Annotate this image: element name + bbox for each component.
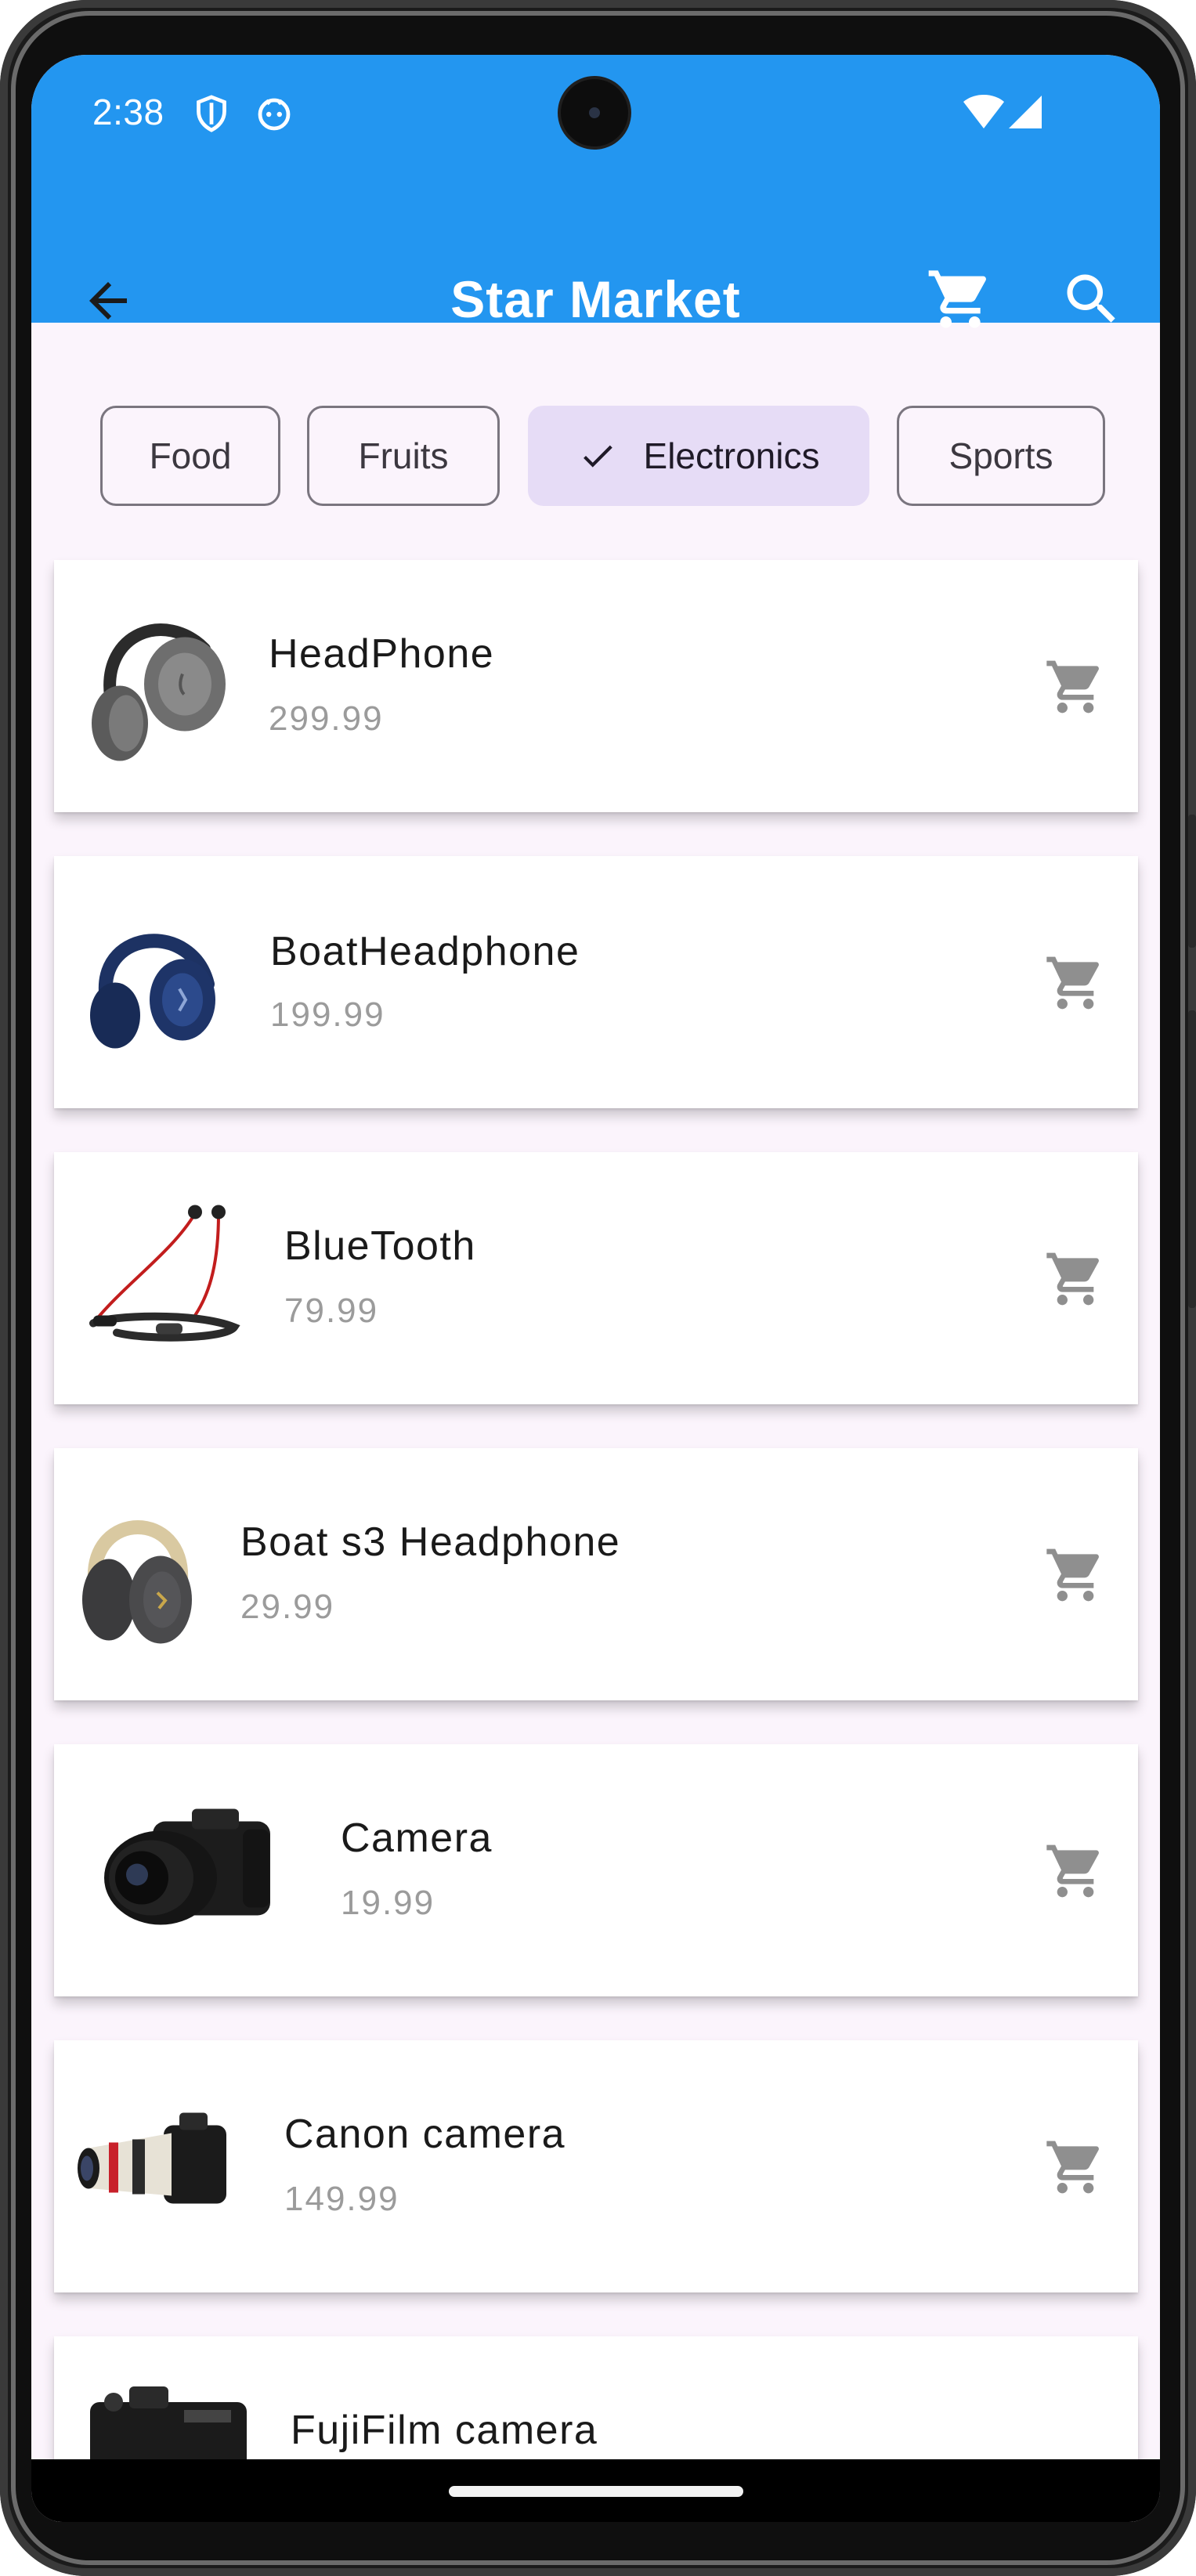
product-price: 19.99	[341, 1884, 435, 1922]
add-to-cart-button[interactable]	[1044, 2136, 1107, 2198]
product-name: BlueTooth	[284, 1223, 476, 1269]
chip-label: Food	[149, 435, 232, 476]
home-gesture-handle[interactable]	[449, 2486, 743, 2497]
chip-label: Fruits	[358, 435, 449, 476]
add-to-cart-icon	[1046, 2141, 1099, 2194]
product-price: 79.99	[284, 1292, 379, 1330]
app-bar: Star Market	[31, 210, 1160, 328]
product-name: Camera	[341, 1815, 493, 1861]
shopping-cart-icon	[928, 270, 986, 328]
system-navigation-bar	[31, 2459, 1160, 2522]
product-price: 299.99	[269, 699, 384, 738]
product-card[interactable]: HeadPhone 299.99	[54, 560, 1138, 812]
chip-label: Electronics	[643, 435, 820, 476]
status-time: 2:38	[92, 92, 164, 132]
product-image	[78, 1198, 242, 1359]
add-to-cart-button[interactable]	[1044, 1544, 1107, 1606]
android-robot-icon	[255, 94, 293, 135]
cart-button[interactable]	[926, 265, 995, 338]
product-name: Boat s3 Headphone	[240, 1519, 621, 1565]
chip-label: Sports	[948, 435, 1053, 476]
app-screen: 2:38 Star Market Food Fruits Electronics…	[31, 55, 1160, 2522]
add-to-cart-icon	[1046, 956, 1099, 1010]
add-to-cart-icon	[1046, 1252, 1099, 1306]
product-name: BoatHeadphone	[270, 929, 580, 974]
checkmark-icon	[578, 436, 617, 475]
product-image	[82, 906, 223, 1059]
status-bar: 2:38	[31, 55, 1160, 172]
search-button[interactable]	[1059, 266, 1125, 336]
product-image	[98, 1806, 278, 1935]
product-image	[78, 2102, 234, 2231]
add-to-cart-icon	[1046, 1844, 1099, 1898]
search-icon	[1067, 274, 1115, 323]
product-price: 29.99	[240, 1588, 335, 1626]
chip-electronics[interactable]: Electronics	[528, 406, 869, 506]
product-card[interactable]: Camera 19.99	[54, 1744, 1138, 1996]
add-to-cart-button[interactable]	[1044, 1248, 1107, 1310]
product-price: 199.99	[270, 995, 385, 1034]
power-button	[1188, 1010, 1196, 1308]
chip-fruits[interactable]: Fruits	[307, 406, 500, 506]
product-card[interactable]: BoatHeadphone 199.99	[54, 856, 1138, 1108]
product-name: HeadPhone	[269, 631, 495, 677]
front-camera	[561, 79, 628, 146]
add-to-cart-button[interactable]	[1044, 952, 1107, 1014]
add-to-cart-icon	[1046, 1548, 1099, 1602]
add-to-cart-button[interactable]	[1044, 656, 1107, 718]
shield-icon	[194, 94, 229, 137]
product-name: Canon camera	[284, 2112, 566, 2157]
product-price: 149.99	[284, 2180, 399, 2218]
product-card[interactable]: Canon camera 149.99	[54, 2040, 1138, 2292]
product-card[interactable]: BlueTooth 79.99	[54, 1152, 1138, 1404]
product-card[interactable]: Boat s3 Headphone 29.99	[54, 1448, 1138, 1700]
volume-button	[1188, 815, 1196, 948]
product-name: FujiFilm camera	[291, 2408, 598, 2453]
signal-icon	[1007, 94, 1043, 134]
chip-sports[interactable]: Sports	[897, 406, 1105, 506]
chip-food[interactable]: Food	[100, 406, 280, 506]
category-filter-chips: Food Fruits Electronics Sports	[31, 406, 1160, 515]
add-to-cart-button[interactable]	[1044, 1840, 1107, 1902]
wifi-icon	[962, 94, 1006, 134]
product-image	[79, 602, 228, 771]
product-image	[79, 1494, 197, 1655]
top-app-bar: 2:38 Star Market	[31, 55, 1160, 328]
add-to-cart-icon	[1046, 660, 1099, 714]
